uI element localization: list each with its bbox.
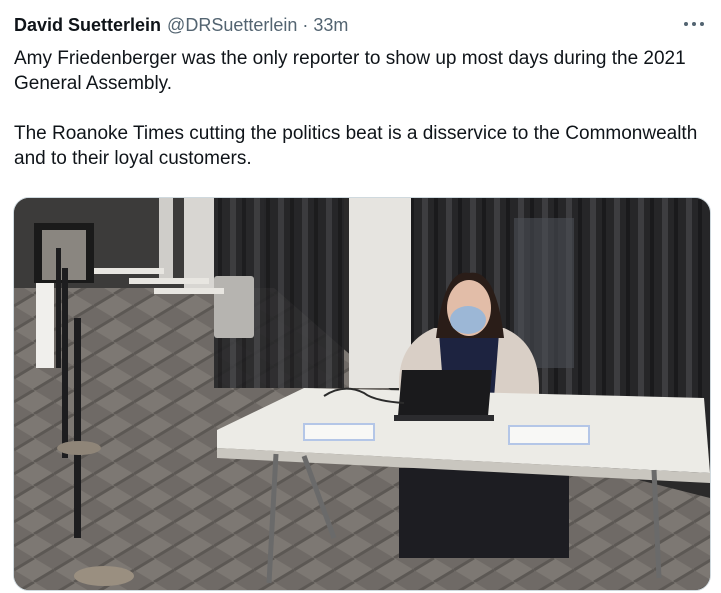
laptop — [398, 370, 492, 416]
photo-scene — [14, 198, 710, 590]
tweet-text: Amy Friedenberger was the only reporter … — [14, 46, 714, 171]
author-handle[interactable]: @DRSuetterlein — [167, 15, 297, 36]
tweet-photo[interactable] — [13, 197, 711, 591]
more-horizontal-icon — [692, 22, 696, 26]
more-horizontal-icon — [700, 22, 704, 26]
tweet-header: David Suetterlein @DRSuetterlein · 33m — [14, 13, 348, 37]
tweet-paragraph-1: Amy Friedenberger was the only reporter … — [14, 48, 686, 94]
separator-dot: · — [302, 14, 309, 35]
tweet-paragraph-2: The Roanoke Times cutting the politics b… — [14, 123, 698, 169]
trash-can — [214, 276, 254, 338]
author-name[interactable]: David Suetterlein — [14, 15, 161, 36]
tweet[interactable]: David Suetterlein @DRSuetterlein · 33m A… — [0, 0, 721, 593]
more-options-button[interactable] — [680, 12, 708, 36]
more-horizontal-icon — [684, 22, 688, 26]
tweet-timestamp[interactable]: 33m — [313, 15, 348, 36]
pillar — [349, 198, 411, 388]
